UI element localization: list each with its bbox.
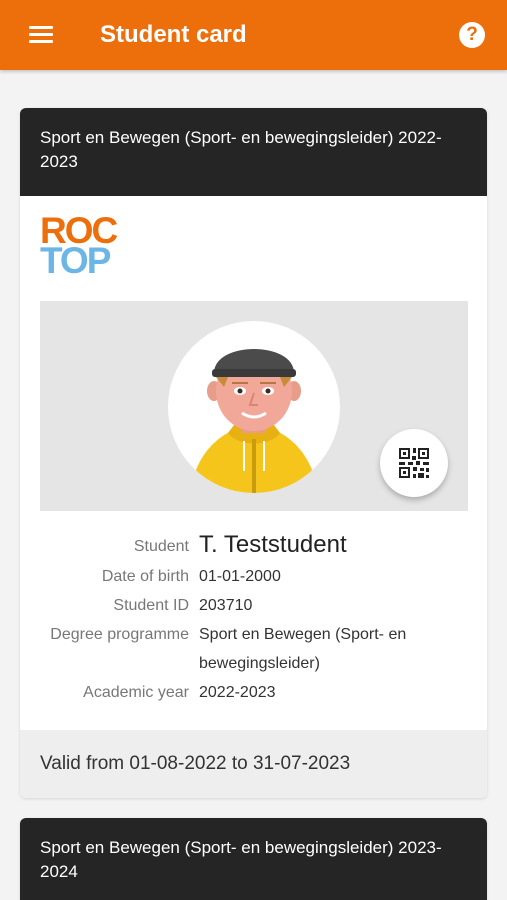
student-avatar-icon [190,349,318,493]
help-icon[interactable]: ? [459,22,485,48]
hamburger-menu-icon[interactable] [27,22,55,48]
degree-label: Degree programme [50,626,189,643]
qr-code-button[interactable] [380,429,448,497]
academic-year-label: Academic year [83,684,189,701]
roc-top-logo: ROC TOP [40,212,118,281]
student-label: Student [133,538,189,555]
student-id-value: 203710 [199,597,253,614]
student-name: T. Teststudent [199,531,347,558]
app-bar: Student card ? [0,0,507,70]
card-header: Sport en Bewegen (Sport- en bewegingslei… [20,108,487,196]
academic-year-value: 2022-2023 [199,684,276,701]
avatar [168,321,340,493]
photo-area [40,301,468,511]
dob-label: Date of birth [101,568,189,585]
student-card-2022-2023[interactable]: Sport en Bewegen (Sport- en bewegingslei… [20,108,487,798]
logo-line2: TOP [40,240,111,281]
student-card-2023-2024[interactable]: Sport en Bewegen (Sport- en bewegingslei… [20,818,487,900]
validity-period: Valid from 01-08-2022 to 31-07-2023 [20,730,487,798]
degree-value: Sport en Bewegen (Sport- en bewegingslei… [199,626,407,672]
student-id-label: Student ID [113,597,189,614]
dob-value: 01-01-2000 [199,568,281,585]
page-title: Student card [100,21,247,48]
card-header: Sport en Bewegen (Sport- en bewegingslei… [20,818,487,900]
qr-code-icon [399,448,429,478]
